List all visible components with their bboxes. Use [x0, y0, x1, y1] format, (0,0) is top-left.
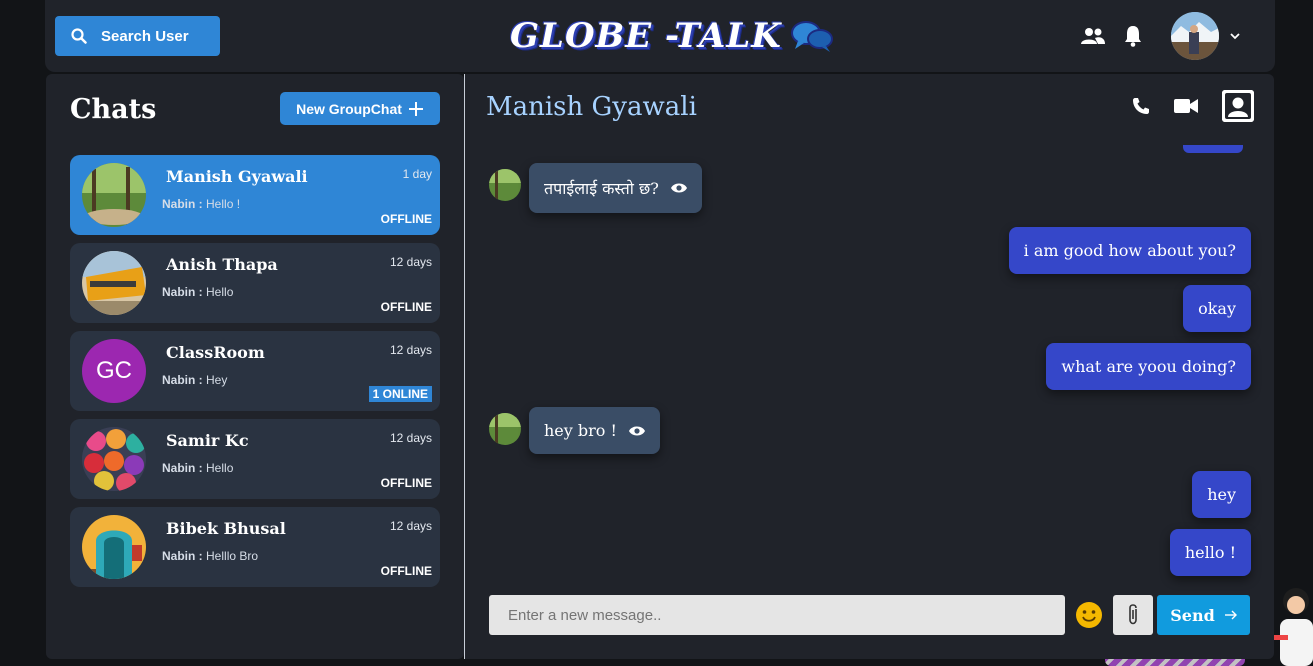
chat-time: 12 days	[389, 343, 432, 357]
notification-bell-icon[interactable]	[1121, 24, 1145, 48]
message-text: what are yoou doing?	[1061, 357, 1236, 376]
chats-title: Chats	[70, 94, 157, 125]
chat-time: 12 days	[389, 431, 432, 445]
search-icon	[71, 28, 87, 44]
chat-name: Bibek Bhusal	[166, 519, 286, 538]
message-bubble-incoming: hey bro !	[529, 407, 660, 454]
status-badge: OFFLINE	[380, 564, 432, 578]
chat-item-bibek-bhusal[interactable]: Bibek Bhusal 12 days Nabin : Helllo Bro …	[70, 507, 440, 587]
chat-item-manish-gyawali[interactable]: Manish Gyawali 1 day Nabin : Hello ! OFF…	[70, 155, 440, 235]
chat-preview: Nabin : Hello	[162, 461, 233, 475]
chat-bubbles-icon	[790, 21, 833, 52]
chat-item-classroom[interactable]: GC ClassRoom 12 days Nabin : Hey 1 ONLIN…	[70, 331, 440, 411]
chat-preview: Nabin : Hello	[162, 285, 233, 299]
message-row: what are yoou doing?	[1046, 343, 1251, 390]
message-row: okay	[1183, 285, 1251, 332]
chat-name: ClassRoom	[166, 343, 265, 362]
message-row: i am good how about you?	[1008, 227, 1251, 274]
message-text: hey bro !	[544, 421, 617, 440]
emoji-icon[interactable]	[1075, 601, 1103, 629]
new-groupchat-label: New GroupChat	[296, 100, 402, 117]
chat-preview-text: Hello	[206, 461, 234, 475]
chat-name: Manish Gyawali	[166, 167, 308, 186]
message-row: hey bro !	[489, 407, 660, 454]
chat-preview-sender: Nabin :	[162, 549, 203, 563]
app-logo: GLOBE -TALK	[510, 14, 834, 58]
search-user-label: Search User	[101, 27, 189, 45]
chat-name: Anish Thapa	[166, 255, 278, 274]
send-button[interactable]: Send	[1157, 595, 1250, 635]
status-badge: OFFLINE	[380, 476, 432, 490]
message-text: i am good how about you?	[1023, 241, 1236, 260]
chat-preview: Nabin : Hey	[162, 373, 227, 387]
avatar	[82, 427, 146, 491]
message-text: hello !	[1184, 543, 1236, 562]
message-input[interactable]	[489, 595, 1065, 635]
chat-contact-name: Manish Gyawali	[486, 92, 697, 122]
new-groupchat-button[interactable]: New GroupChat	[280, 92, 440, 125]
status-badge: OFFLINE	[380, 300, 432, 314]
message-text: okay	[1198, 299, 1236, 318]
avatar	[82, 251, 146, 315]
chat-list: Manish Gyawali 1 day Nabin : Hello ! OFF…	[70, 155, 440, 595]
profile-button[interactable]	[1222, 90, 1254, 122]
logo-text: GLOBE -TALK	[510, 16, 782, 56]
message-bubble-outgoing: hey	[1192, 471, 1251, 518]
video-call-icon[interactable]	[1174, 98, 1198, 114]
chat-item-samir-kc[interactable]: Samir Kc 12 days Nabin : Hello OFFLINE	[70, 419, 440, 499]
chat-item-anish-thapa[interactable]: Anish Thapa 12 days Nabin : Hello OFFLIN…	[70, 243, 440, 323]
attach-button[interactable]	[1113, 595, 1153, 635]
paperclip-icon	[1129, 604, 1137, 625]
chat-time: 1 day	[402, 167, 432, 181]
chat-panel: Manish Gyawali तपाईलाई कस्तो छ? i am goo…	[464, 74, 1274, 659]
chat-preview-sender: Nabin :	[162, 197, 203, 211]
message-row: तपाईलाई कस्तो छ?	[489, 163, 702, 213]
chat-preview-sender: Nabin :	[162, 285, 203, 299]
chevron-down-icon[interactable]	[1223, 24, 1247, 48]
top-header: Search User GLOBE -TALK	[45, 0, 1275, 72]
chat-preview-text: Helllo Bro	[206, 549, 259, 563]
message-row: hello !	[1169, 529, 1251, 576]
message-row: hey	[1192, 471, 1251, 518]
chat-preview-text: Hello	[206, 285, 234, 299]
message-bubble-outgoing: i am good how about you?	[1008, 227, 1251, 274]
message-list: तपाईलाई कस्तो छ? i am good how about you…	[465, 152, 1275, 582]
user-profile-icon	[1222, 90, 1254, 122]
chat-time: 12 days	[389, 519, 432, 533]
chats-sidebar: Chats New GroupChat Manish Gyawali 1 day	[46, 74, 464, 659]
chat-preview-text: Hey	[206, 373, 228, 387]
user-avatar[interactable]	[1171, 12, 1219, 60]
status-badge: OFFLINE	[380, 212, 432, 226]
chat-name: Samir Kc	[166, 431, 249, 450]
send-label: Send	[1170, 605, 1215, 625]
avatar	[489, 169, 521, 201]
eye-icon[interactable]	[670, 182, 687, 194]
chat-time: 12 days	[389, 255, 432, 269]
avatar	[82, 515, 146, 579]
chat-preview-sender: Nabin :	[162, 373, 203, 387]
avatar	[489, 413, 521, 445]
arrow-right-icon	[1224, 610, 1237, 620]
message-bubble-outgoing: what are yoou doing?	[1046, 343, 1251, 390]
message-text: hey	[1207, 485, 1236, 504]
status-badge: 1 ONLINE	[368, 386, 432, 402]
group-avatar: GC	[82, 339, 146, 403]
message-bubble-incoming: तपाईलाई कस्तो छ?	[529, 163, 702, 213]
background-illustration	[1274, 588, 1313, 666]
chat-preview-sender: Nabin :	[162, 461, 203, 475]
search-user-button[interactable]: Search User	[55, 16, 220, 56]
chat-preview-text: Hello !	[206, 197, 241, 211]
chat-preview: Nabin : Helllo Bro	[162, 549, 258, 563]
message-composer: Send	[489, 595, 1251, 635]
message-bubble-outgoing: okay	[1183, 285, 1251, 332]
message-bubble-outgoing: hello !	[1169, 529, 1251, 576]
message-text: तपाईलाई कस्तो छ?	[544, 179, 659, 198]
plus-icon	[408, 101, 423, 116]
chat-preview: Nabin : Hello !	[162, 197, 240, 211]
avatar	[82, 163, 146, 227]
eye-icon[interactable]	[628, 425, 645, 437]
friends-icon[interactable]	[1081, 24, 1105, 48]
phone-icon[interactable]	[1132, 97, 1150, 115]
